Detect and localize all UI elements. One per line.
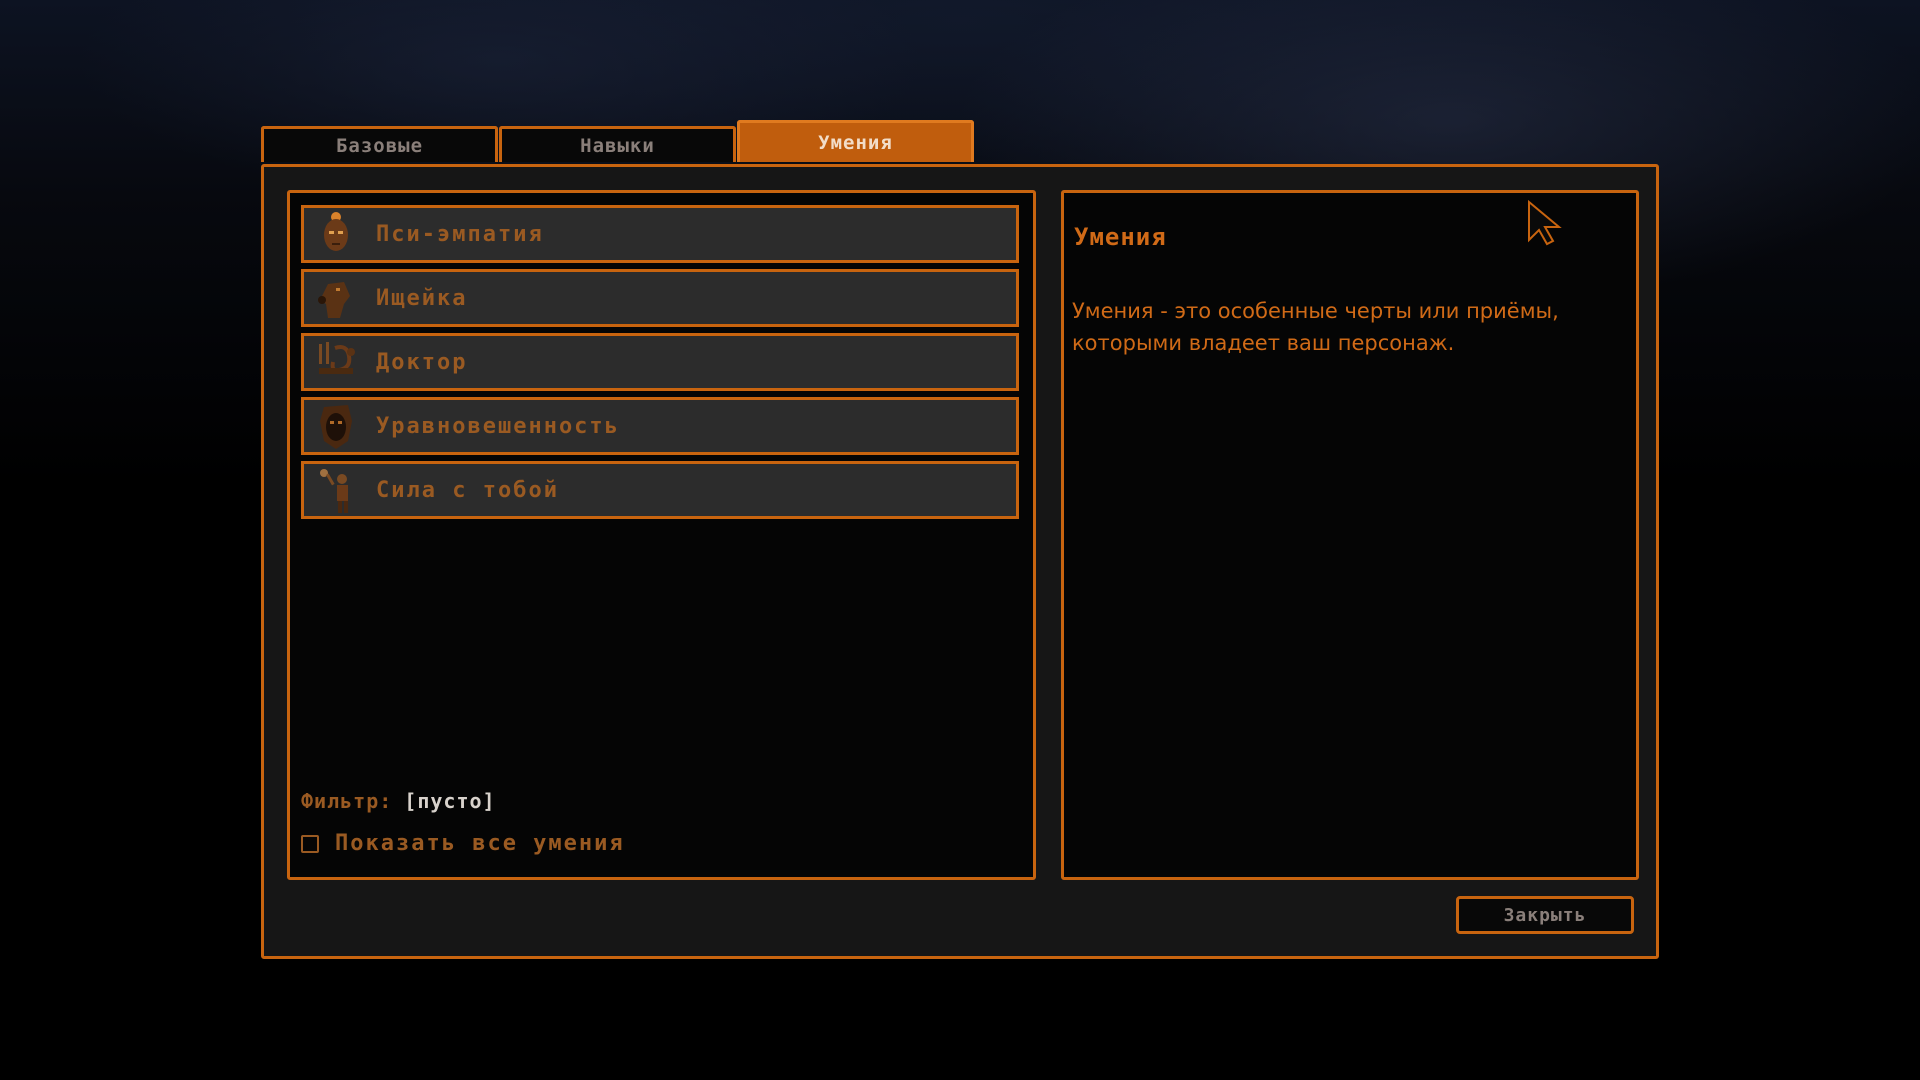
filter-row[interactable]: Фильтр: [пусто] xyxy=(301,789,496,813)
force-icon xyxy=(310,464,362,516)
perk-item-composure[interactable]: Уравновешенность xyxy=(301,397,1019,455)
tab-skills[interactable]: Навыки xyxy=(499,126,736,162)
tab-basic[interactable]: Базовые xyxy=(261,126,498,162)
perk-info-panel: Умения Умения - это особенные черты или … xyxy=(1061,190,1639,880)
show-all-perks-label[interactable]: Показать все умения xyxy=(335,831,625,856)
filter-label: Фильтр: xyxy=(301,789,393,813)
filter-value[interactable]: [пусто] xyxy=(404,789,495,813)
mouse-cursor-icon xyxy=(1527,199,1563,250)
perk-label: Доктор xyxy=(376,349,468,375)
bloodhound-icon xyxy=(310,272,362,324)
perk-item-bloodhound[interactable]: Ищейка xyxy=(301,269,1019,327)
perk-item-psi-empathy[interactable]: Пси-эмпатия xyxy=(301,205,1019,263)
close-button[interactable]: Закрыть xyxy=(1456,896,1634,934)
doctor-icon xyxy=(310,336,362,388)
perk-item-force[interactable]: Сила с тобой xyxy=(301,461,1019,519)
show-all-perks-row[interactable]: Показать все умения xyxy=(301,831,625,856)
character-window: Пси-эмпатия Ищейка Доктор Уравновешеннос… xyxy=(261,164,1659,959)
perk-label: Ищейка xyxy=(376,285,468,311)
show-all-perks-checkbox[interactable] xyxy=(301,834,319,853)
psi-empathy-icon xyxy=(310,208,362,260)
perk-list-panel: Пси-эмпатия Ищейка Доктор Уравновешеннос… xyxy=(287,190,1036,880)
composure-icon xyxy=(310,400,362,452)
info-description: Умения - это особенные черты или приёмы,… xyxy=(1072,299,1559,355)
perk-item-doctor[interactable]: Доктор xyxy=(301,333,1019,391)
info-title: Умения xyxy=(1074,223,1167,251)
tab-perks[interactable]: Умения xyxy=(737,120,974,162)
perk-label: Пси-эмпатия xyxy=(376,221,544,247)
perk-label: Уравновешенность xyxy=(376,413,620,439)
perk-label: Сила с тобой xyxy=(376,477,559,503)
